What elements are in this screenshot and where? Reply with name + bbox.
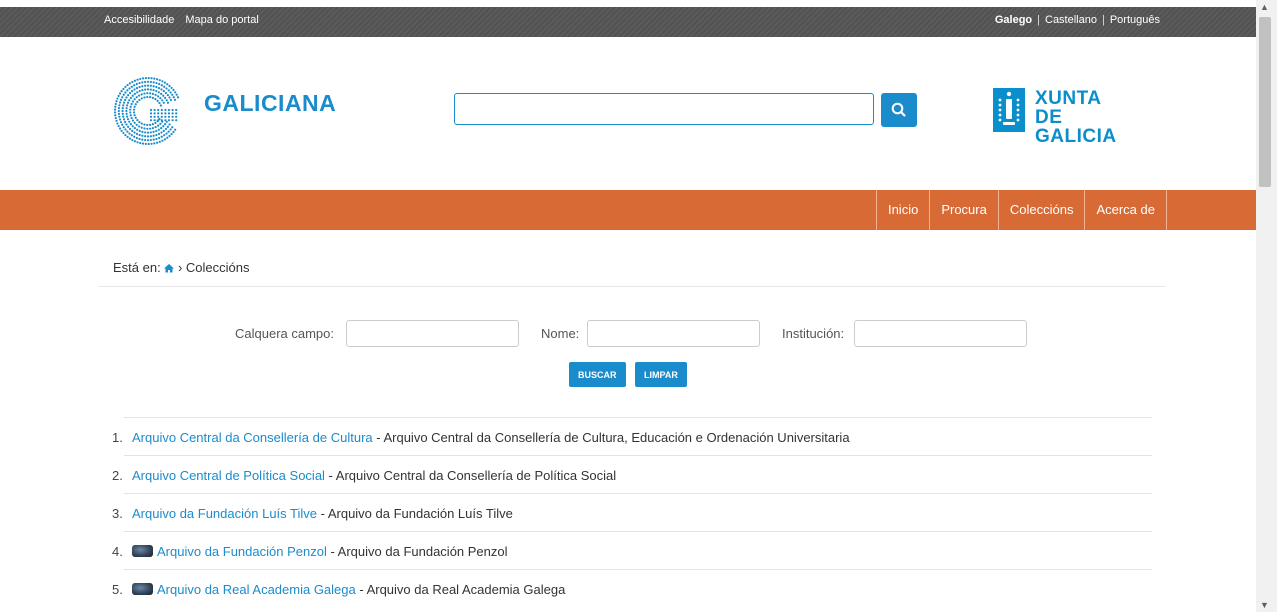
language-galego[interactable]: Galego <box>995 14 1032 26</box>
site-logo-text[interactable]: GALICIANA <box>204 90 336 117</box>
xunta-logo-line1: XUNTA <box>1035 88 1102 109</box>
collection-link[interactable]: Arquivo da Fundación Luís Tilve <box>132 506 317 521</box>
collection-description: - Arquivo da Real Academia Galega <box>355 582 566 597</box>
list-item: 4. Arquivo da Fundación Penzol - Arquivo … <box>112 531 1152 569</box>
scroll-up-arrow-icon[interactable]: ▲ <box>1256 0 1273 14</box>
search-icon <box>891 102 906 117</box>
sitemap-link[interactable]: Mapa do portal <box>185 14 258 26</box>
breadcrumb: Está en: › Coleccións <box>113 260 250 275</box>
list-item: 5. Arquivo da Real Academia Galega - Arqu… <box>112 569 1152 607</box>
list-item-content: Arquivo da Fundación Luís Tilve - Arquiv… <box>132 506 513 521</box>
search-button[interactable] <box>881 93 917 127</box>
any-field-input[interactable] <box>346 320 519 347</box>
list-item: 3. Arquivo da Fundación Luís Tilve - Arqu… <box>112 493 1152 531</box>
clear-button[interactable]: LIMPAR <box>635 362 687 387</box>
xunta-logo[interactable]: XUNTA DE GALICIA <box>993 88 1133 146</box>
collection-link[interactable]: Arquivo Central da Consellería de Cultur… <box>132 430 373 445</box>
nav-item-procura[interactable]: Procura <box>930 190 999 230</box>
list-item-number: 3. <box>112 506 123 521</box>
list-item-number: 2. <box>112 468 123 483</box>
vertical-scrollbar[interactable]: ▲ ▼ <box>1256 0 1277 612</box>
xunta-logo-line2: DE GALICIA <box>1035 107 1117 147</box>
list-item-number: 1. <box>112 430 123 445</box>
collection-description: - Arquivo Central da Consellería de Cult… <box>372 430 850 445</box>
collection-description: - Arquivo da Fundación Luís Tilve <box>317 506 513 521</box>
divider <box>98 286 1166 287</box>
main-nav: Inicio Procura Coleccións Acerca de <box>0 190 1256 230</box>
breadcrumb-current: Coleccións <box>185 260 250 275</box>
name-input[interactable] <box>587 320 760 347</box>
separator: | <box>1037 14 1040 26</box>
xunta-logo-text: XUNTA DE GALICIA <box>1035 89 1133 146</box>
collection-thumbnail[interactable] <box>132 583 153 595</box>
list-item: 1. Arquivo Central da Consellería de Cult… <box>112 417 1152 455</box>
breadcrumb-separator: › <box>177 260 183 275</box>
collection-description: - Arquivo Central da Consellería de Polí… <box>324 468 617 483</box>
nav-item-inicio[interactable]: Inicio <box>877 190 931 230</box>
list-item: 2. Arquivo Central de Política Social - A… <box>112 455 1152 493</box>
breadcrumb-prefix: Está en: <box>113 260 161 275</box>
any-field-label: Calquera campo: <box>235 326 334 341</box>
institution-input[interactable] <box>854 320 1027 347</box>
collection-link[interactable]: Arquivo da Fundación Penzol <box>157 544 327 559</box>
xunta-flag-icon <box>993 88 1025 132</box>
list-item-number: 4. <box>112 544 123 559</box>
separator: | <box>1101 14 1105 26</box>
list-item-content: Arquivo da Fundación Penzol - Arquivo da… <box>132 544 508 559</box>
home-icon[interactable] <box>164 260 178 275</box>
list-item-number: 5. <box>112 582 123 597</box>
galiciana-logo-icon[interactable] <box>114 77 182 145</box>
collection-description: - Arquivo da Fundación Penzol <box>326 544 508 559</box>
list-item-content: Arquivo Central da Consellería de Cultur… <box>132 430 850 445</box>
nav-item-acerca-de[interactable]: Acerca de <box>1085 190 1167 230</box>
nav-menu: Inicio Procura Coleccións Acerca de <box>875 190 1167 230</box>
page: Accesibilidade Mapa do portal Galego | Cas… <box>0 0 1256 612</box>
collection-thumbnail[interactable] <box>132 545 153 557</box>
collection-link[interactable]: Arquivo Central de Política Social <box>132 468 325 483</box>
list-item-content: Arquivo Central de Política Social - Arq… <box>132 468 616 483</box>
collection-link[interactable]: Arquivo da Real Academia Galega <box>157 582 356 597</box>
language-portugues[interactable]: Português <box>1110 14 1160 26</box>
utility-bar: Accesibilidade Mapa do portal Galego | Cas… <box>0 7 1256 37</box>
search-submit-button[interactable]: BUSCAR <box>569 362 626 387</box>
language-castellano[interactable]: Castellano <box>1045 14 1097 26</box>
nav-item-coleccions[interactable]: Coleccións <box>999 190 1086 230</box>
language-switcher: Galego | Castellano | Português <box>995 14 1160 26</box>
list-item-content: Arquivo da Real Academia Galega - Arquiv… <box>132 582 565 597</box>
accessibility-link[interactable]: Accesibilidade <box>104 14 174 26</box>
collections-list: 1. Arquivo Central da Consellería de Cult… <box>112 417 1152 607</box>
scroll-down-arrow-icon[interactable]: ▼ <box>1256 598 1273 612</box>
name-label: Nome: <box>541 326 580 341</box>
institution-label: Institución: <box>782 326 845 341</box>
search-input[interactable] <box>454 93 874 125</box>
utility-links: Accesibilidade Mapa do portal <box>104 14 267 26</box>
scrollbar-thumb[interactable] <box>1259 17 1271 187</box>
